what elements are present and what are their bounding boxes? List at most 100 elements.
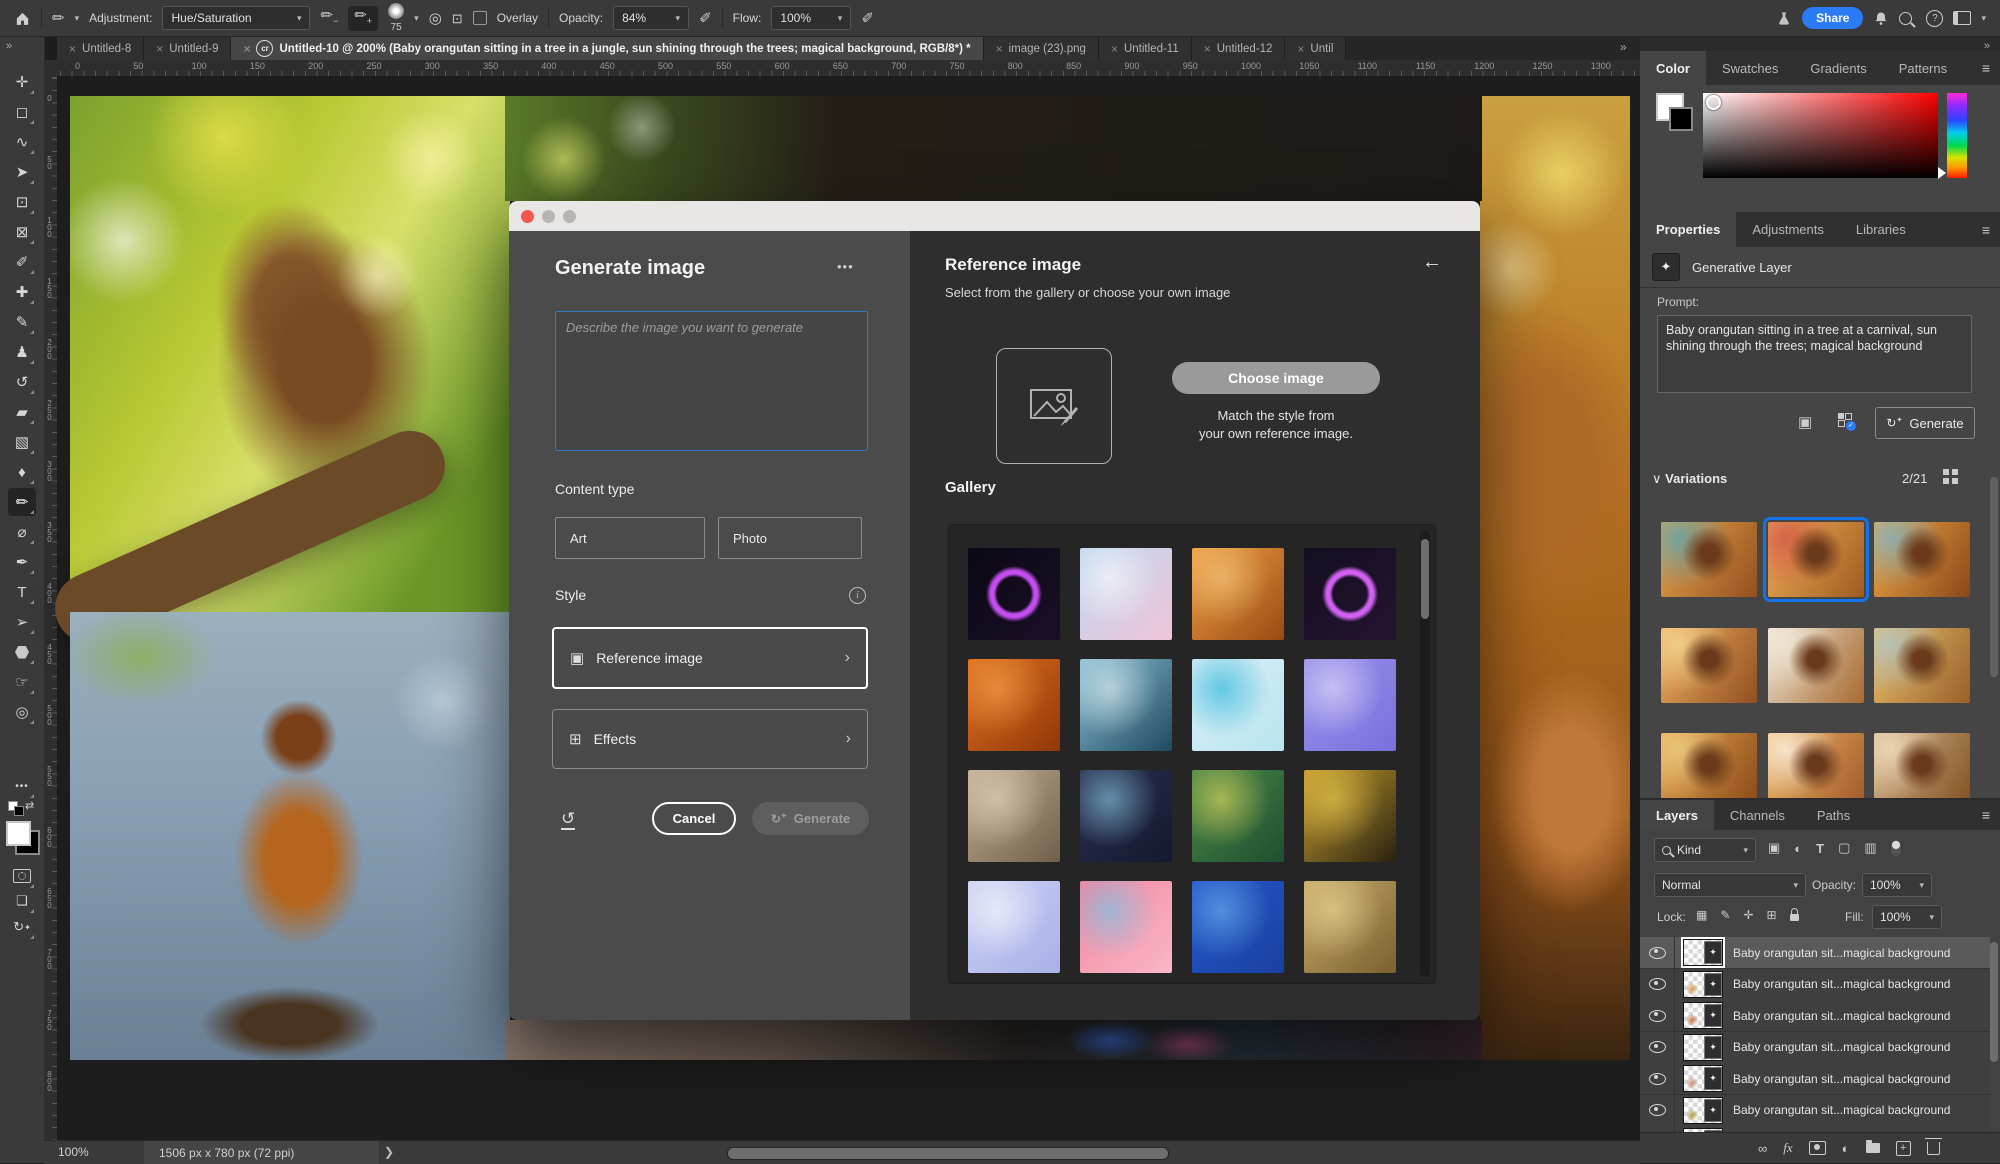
- lock-artboard-icon[interactable]: ⊞: [1766, 908, 1776, 922]
- gallery-tile-neon-purple-ring[interactable]: [968, 548, 1060, 640]
- variations-header[interactable]: ∨ Variations: [1652, 471, 1727, 487]
- subtract-brush-icon[interactable]: ✏−: [320, 8, 338, 29]
- layer-thumbnail[interactable]: ✦: [1683, 971, 1723, 998]
- dialog-more-menu-icon[interactable]: •••: [837, 259, 854, 274]
- panel-menu-icon[interactable]: ≡: [1972, 212, 2000, 247]
- background-color-swatch[interactable]: [1669, 107, 1693, 131]
- gallery-tile-rainbow-pink[interactable]: [1080, 881, 1172, 973]
- layer-thumbnail[interactable]: ✦: [1683, 1097, 1723, 1124]
- brush-preview[interactable]: 75: [388, 3, 404, 33]
- document-tab[interactable]: ×Until: [1285, 37, 1346, 60]
- brush-picker-chevron-icon[interactable]: ▾: [414, 13, 419, 24]
- blur-tool[interactable]: ♦: [8, 458, 36, 486]
- help-icon[interactable]: ?: [1926, 10, 1943, 27]
- flow-select[interactable]: 100% ▾: [771, 6, 851, 30]
- tab-adjustments[interactable]: Adjustments: [1736, 212, 1840, 247]
- layer-effects-icon[interactable]: fx: [1783, 1140, 1792, 1156]
- filter-shape-layers-icon[interactable]: ▢: [1838, 840, 1850, 856]
- zoom-window-icon[interactable]: [563, 210, 576, 223]
- blend-mode-select[interactable]: Normal ▾: [1654, 873, 1806, 897]
- document-tab[interactable]: ×Untitled-9: [144, 37, 231, 60]
- frame-tool[interactable]: ⊠: [8, 218, 36, 246]
- add-brush-icon[interactable]: ✏+: [348, 6, 378, 31]
- layer-row[interactable]: ✦ Baby orangutan sit...magical background: [1640, 1032, 1990, 1064]
- eyedropper-tool[interactable]: ✐: [8, 248, 36, 276]
- layer-opacity-select[interactable]: 100% ▾: [1862, 873, 1932, 897]
- document-tab[interactable]: ×image (23).png: [984, 37, 1099, 60]
- layer-row[interactable]: ✦ Baby orangutan sit...magical background: [1640, 937, 1990, 969]
- variations-scrollbar[interactable]: [1990, 477, 1998, 677]
- workspace-chevron-icon[interactable]: ▾: [1981, 13, 1986, 24]
- saturation-brightness-field[interactable]: [1703, 93, 1938, 178]
- style-effects-button[interactable]: ⊞ Effects ›: [552, 709, 868, 769]
- tab-close-icon[interactable]: ×: [69, 42, 76, 56]
- layer-thumbnail[interactable]: ✦: [1683, 1065, 1723, 1092]
- reference-image-icon[interactable]: ▣: [1798, 413, 1812, 431]
- gallery-tile-desert-dunes[interactable]: [1192, 548, 1284, 640]
- beta-flask-icon[interactable]: [1776, 10, 1792, 27]
- move-tool[interactable]: ✛: [8, 68, 36, 96]
- layer-name[interactable]: Baby orangutan sit...magical background: [1733, 1040, 1950, 1054]
- layer-name[interactable]: Baby orangutan sit...magical background: [1733, 1072, 1950, 1086]
- layer-row[interactable]: ✦Baby orangutan sit...magical background: [1640, 1095, 1990, 1127]
- layer-thumbnail[interactable]: ✦: [1683, 1002, 1723, 1029]
- tool-options-chevron-icon[interactable]: ▾: [75, 13, 80, 24]
- grid-view-icon[interactable]: [1943, 469, 1958, 484]
- properties-generate-button[interactable]: ↻✦ Generate: [1875, 407, 1975, 439]
- clone-stamp-tool[interactable]: ♟: [8, 338, 36, 366]
- overlay-checkbox[interactable]: [473, 11, 487, 25]
- gallery-tile-pastel-clouds[interactable]: [1080, 548, 1172, 640]
- ruler-corner[interactable]: [44, 60, 58, 77]
- adjustment-select[interactable]: Hue/Saturation ▾: [162, 6, 310, 30]
- share-button[interactable]: Share: [1802, 7, 1863, 29]
- edit-toolbar-icon[interactable]: •••: [8, 772, 36, 800]
- new-layer-icon[interactable]: +: [1896, 1141, 1911, 1156]
- gallery-tile-cassette-pattern[interactable]: [968, 881, 1060, 973]
- document-photo-bottom-middle[interactable]: [505, 1020, 1482, 1060]
- gallery-scrollbar[interactable]: [1420, 531, 1430, 977]
- layer-row[interactable]: ✦Baby orangutan sit...magical background: [1640, 1000, 1990, 1032]
- marquee-tool[interactable]: ◻: [8, 98, 36, 126]
- tab-properties[interactable]: Properties: [1640, 212, 1736, 247]
- hand-tool[interactable]: ☞: [8, 668, 36, 696]
- variation-thumbnail[interactable]: [1661, 628, 1757, 703]
- layer-visibility-eye-icon[interactable]: [1649, 1010, 1666, 1022]
- document-photo-bottom-left[interactable]: [70, 612, 510, 1060]
- pressure-opacity-icon[interactable]: ✐: [699, 11, 712, 26]
- hue-slider[interactable]: [1947, 93, 1967, 178]
- add-mask-icon[interactable]: [1809, 1141, 1826, 1155]
- gallery-tile-purple-character[interactable]: [1304, 659, 1396, 751]
- layer-visibility-eye-icon[interactable]: [1649, 947, 1666, 959]
- layer-thumbnail[interactable]: ✦: [1683, 939, 1723, 966]
- horizontal-ruler[interactable]: 0501001502002503003504004505005506006507…: [57, 60, 1640, 77]
- object-selection-tool[interactable]: ➤: [8, 158, 36, 186]
- pen-tool[interactable]: ✒: [8, 548, 36, 576]
- variation-thumbnail[interactable]: [1661, 522, 1757, 597]
- content-type-art-button[interactable]: Art: [555, 517, 705, 559]
- document-tab[interactable]: ×Untitled-8: [57, 37, 144, 60]
- adjustment-brush-tool[interactable]: ✏: [8, 488, 36, 516]
- gallery-tile-iceberg[interactable]: [1080, 659, 1172, 751]
- new-adjustment-layer-icon[interactable]: ◐: [1842, 1141, 1850, 1156]
- content-type-photo-button[interactable]: Photo: [718, 517, 862, 559]
- layer-name[interactable]: Baby orangutan sit...magical background: [1733, 946, 1950, 960]
- variation-thumbnail[interactable]: [1874, 733, 1970, 798]
- variation-thumbnail[interactable]: [1768, 733, 1864, 798]
- layer-fill-select[interactable]: 100% ▾: [1872, 905, 1942, 929]
- screen-mode-icon[interactable]: ❏: [8, 887, 36, 915]
- gallery-tile-neon-circle[interactable]: [1304, 548, 1396, 640]
- search-icon[interactable]: [1899, 12, 1912, 25]
- crop-tool[interactable]: ⊡: [8, 188, 36, 216]
- layer-filter-kind-select[interactable]: Kind ▾: [1654, 838, 1756, 862]
- tab-close-icon[interactable]: ×: [156, 42, 163, 56]
- prompt-input[interactable]: [555, 311, 868, 451]
- variation-thumbnail[interactable]: [1768, 628, 1864, 703]
- cancel-button[interactable]: Cancel: [652, 802, 736, 835]
- lock-position-icon[interactable]: ✛: [1743, 908, 1753, 922]
- layer-thumbnail[interactable]: ✦: [1683, 1034, 1723, 1061]
- variation-thumbnail[interactable]: [1874, 522, 1970, 597]
- style-reference-image-button[interactable]: ▣ Reference image ›: [552, 627, 868, 689]
- layer-visibility-eye-icon[interactable]: [1649, 1104, 1666, 1116]
- hue-slider-arrow[interactable]: [1938, 167, 1946, 179]
- filter-type-layers-icon[interactable]: T: [1816, 841, 1824, 856]
